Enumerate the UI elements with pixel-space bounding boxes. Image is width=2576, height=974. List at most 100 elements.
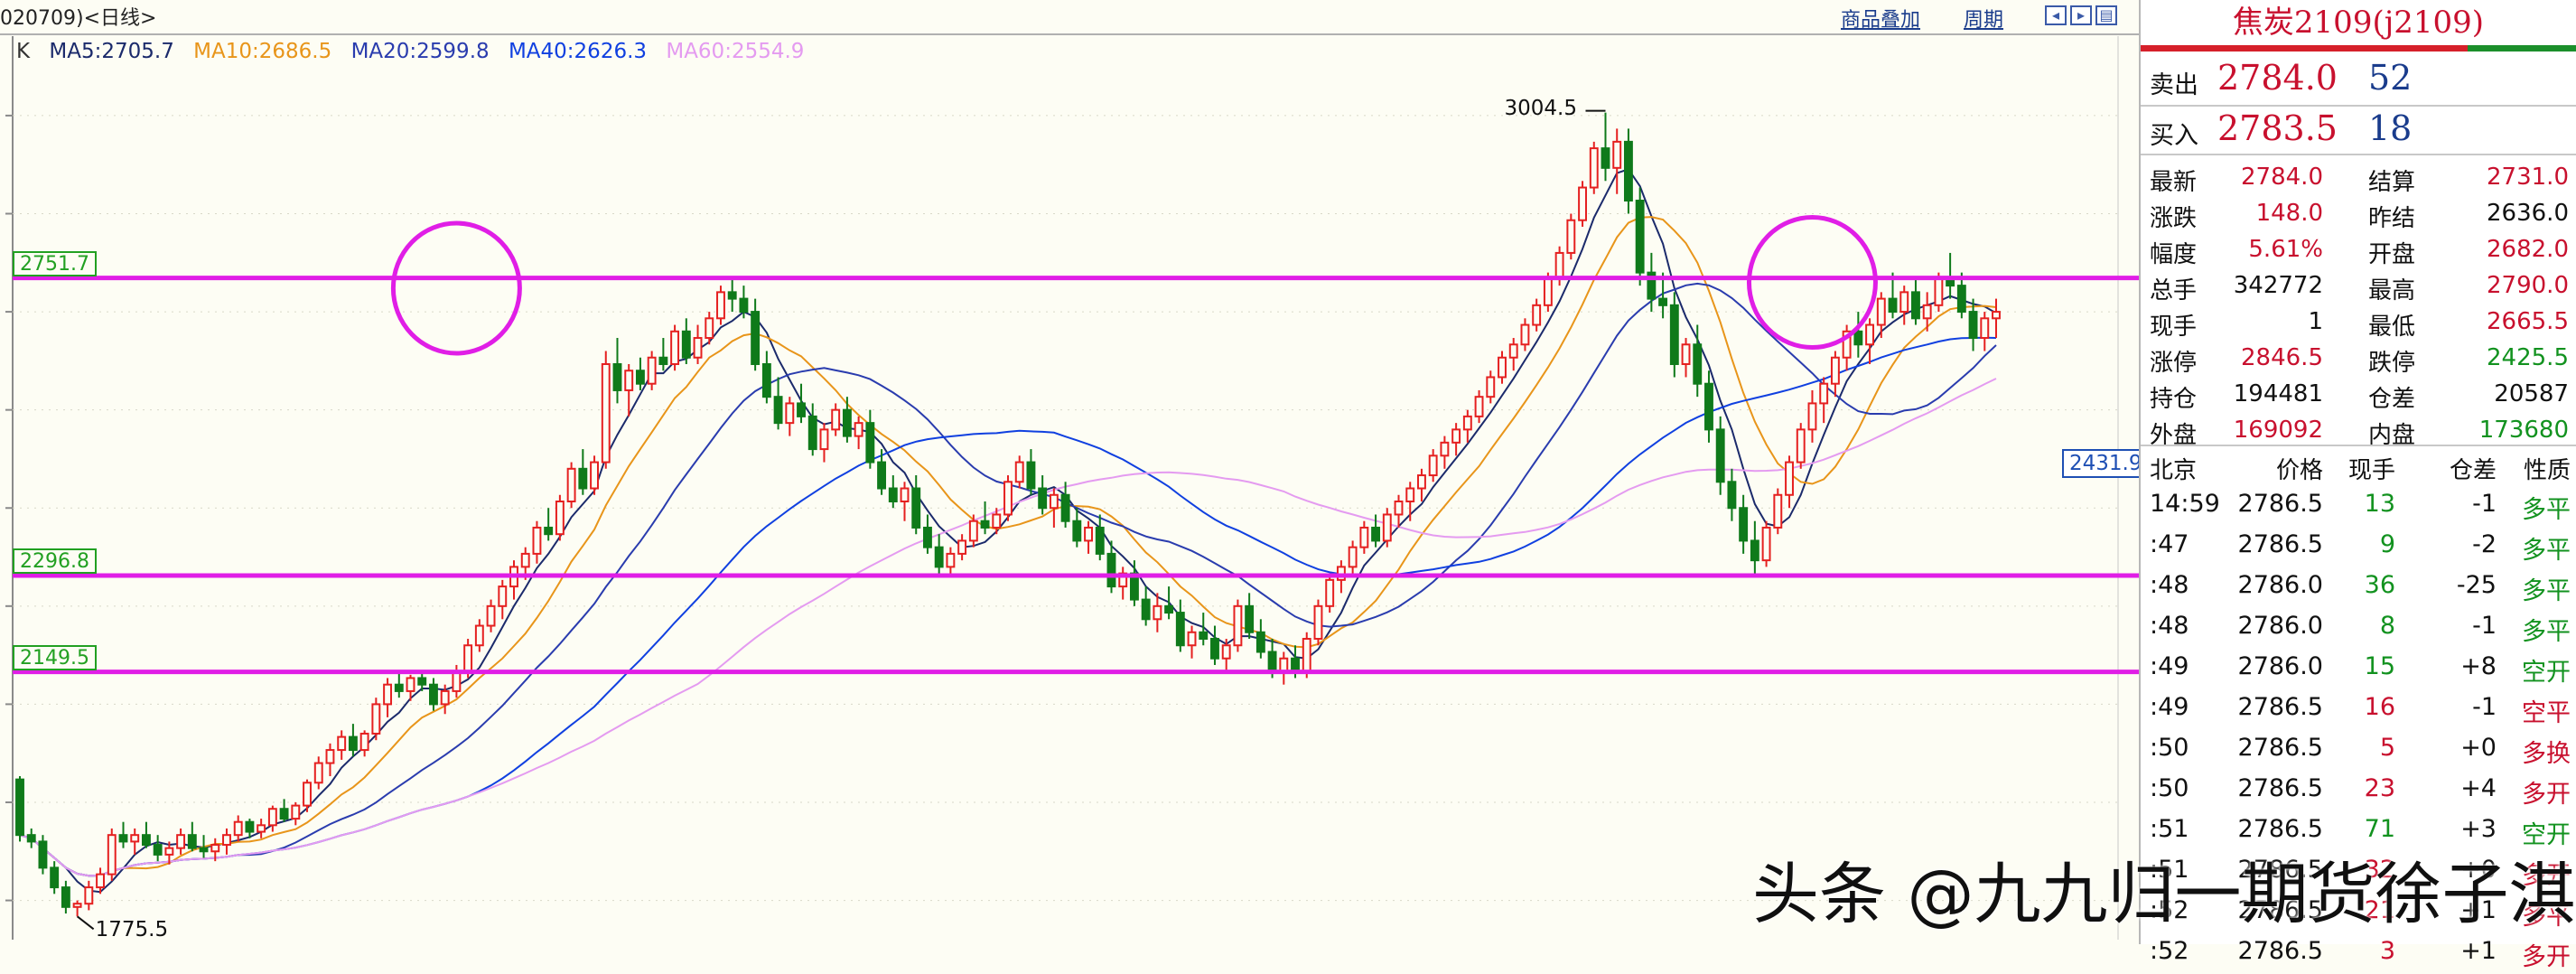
- candle-body: [210, 844, 220, 853]
- candle-body: [1210, 638, 1219, 660]
- ask-price: 2784.0: [2217, 58, 2338, 98]
- candle-body: [1865, 323, 1875, 346]
- kline-chart[interactable]: [0, 0, 2139, 944]
- candle-body: [1956, 285, 1966, 314]
- candle-body: [222, 834, 231, 847]
- candle-body: [865, 422, 875, 464]
- candle-body: [383, 683, 393, 706]
- overlay-link[interactable]: 商品叠加: [1841, 4, 1920, 33]
- candle-body: [15, 778, 24, 837]
- stat-value: 2636.0: [2487, 200, 2569, 227]
- candle-body: [1359, 526, 1369, 548]
- candle-body: [38, 840, 48, 869]
- candle-body: [727, 291, 737, 300]
- ma60-label: MA60:2554.9: [666, 40, 805, 63]
- tick-row[interactable]: 14:59 2786.5 13 -1 多平: [2141, 486, 2576, 527]
- candle-body: [1520, 323, 1530, 346]
- tick-row[interactable]: :47 2786.5 9 -2 多平: [2141, 527, 2576, 567]
- low-annotation: 1775.5: [95, 918, 169, 942]
- stat-value: 169092: [2233, 417, 2323, 444]
- candle-body: [371, 703, 381, 735]
- tick-row[interactable]: :48 2786.0 8 -1 多平: [2141, 608, 2576, 649]
- candle-body: [968, 520, 978, 542]
- candle-body: [233, 820, 243, 837]
- candle-body: [1348, 546, 1358, 568]
- candle-body: [1543, 277, 1553, 306]
- panel-toggle-icon[interactable]: ▤: [2095, 5, 2117, 25]
- candle-body: [1532, 304, 1542, 326]
- candle-body: [578, 467, 588, 490]
- stat-label: 结算: [2368, 169, 2416, 196]
- candle-body: [1141, 598, 1151, 621]
- tick-head-price: 价格: [2275, 457, 2323, 484]
- candle-body: [164, 847, 174, 856]
- nav-right-icon[interactable]: ▸: [2070, 5, 2092, 25]
- candle-body: [693, 337, 703, 359]
- stat-label: 昨结: [2368, 205, 2416, 232]
- tick-volume: 16: [2364, 693, 2395, 721]
- stat-value: 148.0: [2255, 200, 2323, 227]
- candle-body: [1992, 311, 2001, 320]
- tick-price: 2786.5: [2237, 734, 2323, 762]
- tick-nature: 空平: [2522, 699, 2571, 727]
- stat-row: 幅度 5.61% 开盘 2682.0: [2141, 231, 2576, 268]
- stat-value: 2425.5: [2487, 344, 2569, 371]
- candle-body: [474, 624, 484, 647]
- stat-label: 总手: [2150, 277, 2198, 304]
- contract-title: 焦炭2109(j2109): [2232, 5, 2485, 41]
- tick-row[interactable]: :50 2786.5 23 +4 多开: [2141, 771, 2576, 811]
- tick-price: 2786.5: [2237, 490, 2323, 518]
- tick-diff: -1: [2472, 693, 2497, 721]
- bid-label: 买入: [2150, 122, 2198, 150]
- tick-volume: 3: [2379, 937, 2395, 965]
- candle-body: [337, 735, 347, 752]
- candle-body: [1279, 657, 1289, 673]
- candle-body: [1199, 631, 1209, 641]
- tick-nature: 多平: [2522, 496, 2571, 524]
- candle-body: [348, 735, 358, 752]
- candle-body: [1313, 604, 1323, 641]
- kline-chart-area[interactable]: 020709)<日线> 商品叠加 周期 ◂ ▸ ▤ K MA5:2705.7 M…: [0, 0, 2150, 944]
- candle-body: [313, 762, 323, 784]
- candle-body: [1371, 526, 1381, 542]
- tick-row[interactable]: :50 2786.5 5 +0 多换: [2141, 730, 2576, 771]
- candle-body: [1498, 356, 1507, 379]
- tick-time: :48: [2150, 612, 2189, 640]
- level-tag-support-upper: 2296.8: [13, 548, 97, 574]
- ask-row[interactable]: 卖出 2784.0 52: [2141, 58, 2576, 101]
- candle-body: [1739, 507, 1749, 542]
- ma40-label: MA40:2626.3: [508, 40, 648, 63]
- candle-body: [751, 311, 761, 365]
- tick-time: :51: [2150, 815, 2189, 843]
- tick-row[interactable]: :49 2786.5 16 -1 空平: [2141, 689, 2576, 730]
- bid-row[interactable]: 买入 2783.5 18: [2141, 108, 2576, 152]
- tick-row[interactable]: :48 2786.0 36 -25 多平: [2141, 567, 2576, 608]
- candle-body: [761, 362, 771, 398]
- candle-body: [1796, 428, 1806, 464]
- tick-price: 2786.5: [2237, 530, 2323, 558]
- period-link[interactable]: 周期: [1964, 4, 2003, 33]
- candle-body: [245, 820, 255, 833]
- stat-row: 最新 2784.0 结算 2731.0: [2141, 159, 2576, 196]
- stat-value: 2731.0: [2487, 164, 2569, 191]
- candle-body: [1106, 552, 1116, 588]
- stat-value: 173680: [2478, 417, 2569, 444]
- nav-left-icon[interactable]: ◂: [2045, 5, 2067, 25]
- tick-time: :52: [2150, 937, 2189, 965]
- candle-body: [1715, 428, 1725, 483]
- candle-body: [1566, 219, 1576, 254]
- tick-row[interactable]: :52 2786.5 3 +1 多开: [2141, 933, 2576, 974]
- candle-body: [1417, 474, 1426, 490]
- tick-head-diff: 仓差: [2449, 457, 2497, 484]
- stat-value: 2846.5: [2241, 344, 2323, 371]
- tick-diff: +4: [2460, 774, 2497, 802]
- candle-body: [566, 467, 576, 502]
- candle-body: [1888, 297, 1898, 314]
- candle-body: [1462, 415, 1472, 431]
- tick-diff: +3: [2460, 815, 2497, 843]
- tick-price: 2786.0: [2237, 571, 2323, 599]
- candle-body: [854, 422, 863, 437]
- candle-body: [1968, 311, 1978, 340]
- stat-row: 外盘 169092 内盘 173680: [2141, 412, 2576, 449]
- tick-row[interactable]: :49 2786.0 15 +8 空开: [2141, 649, 2576, 689]
